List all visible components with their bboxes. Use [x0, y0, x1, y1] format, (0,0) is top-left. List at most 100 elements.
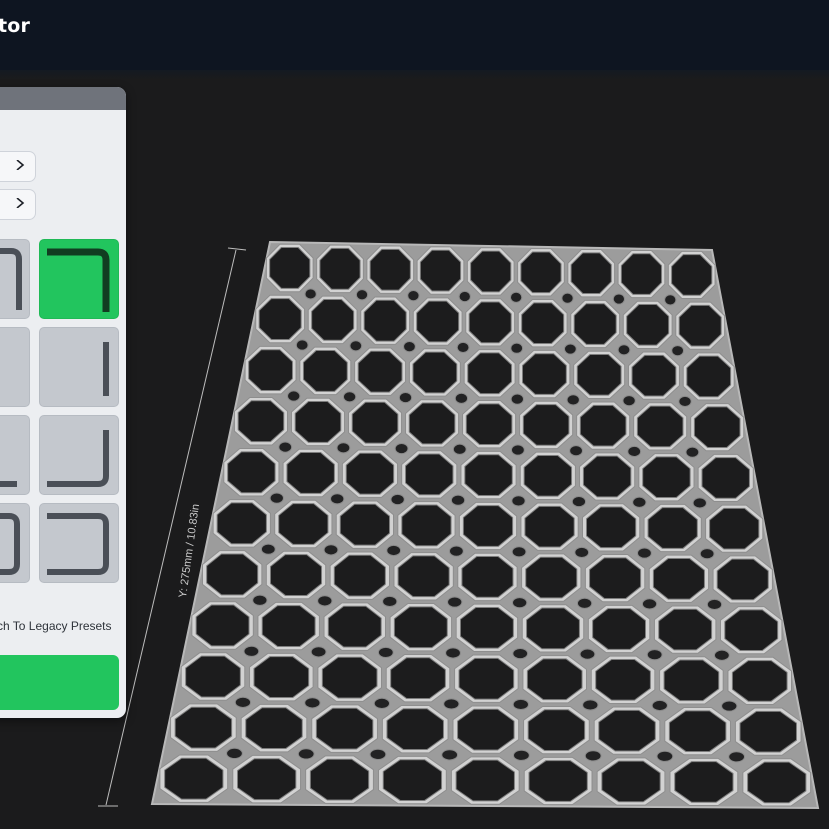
junction-hole [355, 289, 369, 301]
preset-tile-6[interactable] [39, 415, 119, 495]
junction-hole [234, 696, 252, 708]
cell-opening [716, 558, 769, 601]
preset-tile-4[interactable] [39, 327, 119, 407]
junction-hole [441, 749, 459, 761]
cell-opening [206, 553, 259, 596]
cell-opening [327, 605, 382, 648]
app-title: tor [0, 15, 31, 37]
cell-opening [601, 760, 661, 803]
cell-opening [582, 455, 632, 498]
cell-opening [524, 505, 575, 548]
cell-opening [237, 758, 297, 801]
cell-opening [647, 507, 698, 549]
nav-next-button-1[interactable] [0, 151, 36, 182]
preset-tile-5[interactable] [0, 415, 30, 495]
junction-hole [569, 445, 583, 457]
cell-opening [457, 708, 515, 751]
cell-opening [185, 655, 241, 698]
cell-opening [269, 554, 323, 596]
top-bar: tor [0, 0, 829, 71]
junction-hole [582, 699, 599, 711]
nav-next-button-2[interactable] [0, 189, 36, 220]
junction-hole [373, 697, 391, 709]
junction-hole [403, 341, 416, 353]
preset-tile-2[interactable] [39, 239, 119, 319]
junction-hole [721, 700, 738, 712]
junction-hole [336, 442, 351, 454]
junction-hole [728, 751, 746, 763]
cell-opening [658, 608, 713, 651]
junction-hole [445, 647, 461, 659]
junction-hole [297, 748, 315, 760]
cell-opening [724, 609, 779, 651]
junction-hole [443, 698, 460, 710]
cell-opening [462, 505, 514, 547]
switch-legacy-presets-link[interactable]: itch To Legacy Presets [0, 619, 112, 633]
junction-hole [692, 497, 707, 509]
junction-hole [369, 748, 387, 760]
preset-tile-3[interactable] [0, 327, 30, 407]
cell-opening [311, 298, 355, 341]
cell-opening [598, 709, 656, 752]
cell-opening [309, 758, 370, 801]
cell-opening [412, 351, 458, 394]
junction-hole [511, 546, 527, 558]
junction-hole [513, 749, 530, 761]
cell-opening [585, 506, 637, 549]
junction-hole [571, 495, 587, 508]
corner-bottom-left-icon [0, 481, 17, 487]
preset-tile-8[interactable] [39, 503, 119, 583]
cell-opening [345, 452, 395, 495]
junction-hole [456, 341, 470, 354]
cell-opening [319, 247, 361, 290]
cell-opening [686, 355, 732, 398]
preset-tile-7[interactable] [0, 503, 30, 583]
cell-opening [390, 657, 446, 700]
cell-opening [245, 707, 303, 750]
cell-opening [174, 706, 233, 749]
junction-hole [295, 339, 309, 351]
junction-hole [447, 596, 463, 608]
junction-hole [637, 547, 652, 559]
edge-right-icon [0, 328, 31, 408]
cell-opening [573, 303, 617, 345]
cell-opening [576, 354, 622, 396]
cell-opening [382, 759, 443, 801]
cell-opening [397, 555, 450, 598]
cell-opening [674, 761, 734, 803]
chevron-right-icon [16, 198, 25, 208]
junction-hole [278, 441, 293, 453]
junction-hole [342, 391, 357, 403]
cell-opening [401, 504, 452, 547]
cell-opening [467, 352, 513, 395]
junction-hole [407, 290, 420, 302]
junction-hole [511, 495, 526, 507]
junction-hole [671, 345, 685, 357]
junction-hole [632, 496, 647, 508]
top-bar-shadow [0, 70, 829, 80]
cell-opening [589, 557, 642, 599]
cell-opening [709, 507, 760, 550]
u-shape-right-icon [47, 513, 109, 575]
cell-opening [357, 350, 403, 393]
cell-opening [405, 453, 454, 496]
junction-hole [656, 750, 674, 762]
cell-opening [261, 605, 316, 647]
junction-hole [646, 649, 663, 661]
junction-hole [566, 394, 580, 406]
chevron-right-icon [16, 160, 25, 170]
junction-hole [612, 293, 626, 305]
cell-opening [302, 349, 348, 392]
junction-hole [317, 595, 333, 607]
primary-action-button[interactable] [0, 655, 119, 710]
cell-opening [520, 251, 562, 294]
junction-hole [226, 747, 243, 759]
cell-opening [258, 298, 302, 340]
junction-hole [651, 699, 668, 712]
preset-tile-1[interactable] [0, 239, 30, 319]
edge-right-icon [103, 342, 109, 396]
cell-opening [459, 606, 514, 649]
junction-hole [450, 494, 466, 506]
junction-hole [574, 546, 590, 559]
junction-hole [287, 390, 301, 402]
